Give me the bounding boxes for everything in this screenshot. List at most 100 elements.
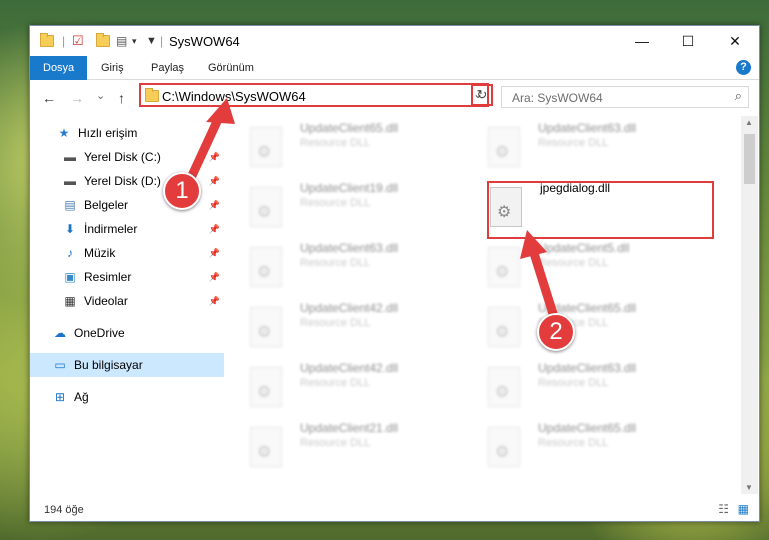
help-icon[interactable]: ? xyxy=(736,60,751,75)
scroll-up-icon[interactable]: ▲ xyxy=(745,118,753,127)
list-item[interactable]: UpdateClient19.dll Resource DLL xyxy=(250,181,480,237)
large-icons-view-icon[interactable]: ▦ xyxy=(738,502,749,516)
list-item[interactable]: UpdateClient42.dll Resource DLL xyxy=(250,361,480,417)
vertical-scrollbar[interactable]: ▲ ▼ xyxy=(741,116,758,494)
back-button[interactable]: ← xyxy=(42,90,56,106)
file-name: UpdateClient19.dll xyxy=(300,181,399,195)
dll-file-icon xyxy=(250,367,282,407)
list-item[interactable]: UpdateClient65.dllResource DLL xyxy=(250,121,480,177)
list-item[interactable]: UpdateClient5.dll Resource DLL xyxy=(488,241,718,297)
pin-icon[interactable]: 📌 xyxy=(209,152,220,163)
sidebar-item-label: Videolar xyxy=(84,294,128,308)
highlight-box xyxy=(487,181,714,239)
list-item[interactable]: UpdateClient63.dll Resource DLL xyxy=(488,361,718,417)
cloud-icon: ☁ xyxy=(54,326,66,340)
step-badge-2: 2 xyxy=(537,313,575,351)
sidebar-item-local-disk-c[interactable]: ▬ Yerel Disk (C:) 📌 xyxy=(30,145,224,169)
dll-file-icon xyxy=(250,427,282,467)
network-icon: ⊞ xyxy=(54,390,66,404)
search-icon: ⌕ xyxy=(734,88,742,103)
scrollbar-thumb[interactable] xyxy=(744,134,755,184)
customize-chevron-icon[interactable]: ▾ xyxy=(132,32,137,50)
dll-file-icon xyxy=(488,307,520,347)
sidebar-item-onedrive[interactable]: ☁ OneDrive xyxy=(30,321,224,345)
title-bar: | ☑ ▤ ▾ ▼ | SysWOW64 — ☐ ✕ xyxy=(30,26,759,56)
video-icon: ▦ xyxy=(64,294,76,308)
pin-icon[interactable]: 📌 xyxy=(209,224,220,235)
dll-file-icon xyxy=(488,427,520,467)
sidebar-item-pictures[interactable]: ▣ Resimler 📌 xyxy=(30,265,224,289)
file-name: UpdateClient63.dll xyxy=(538,361,637,375)
file-description: Resource DLL xyxy=(300,317,371,329)
tab-file[interactable]: Dosya xyxy=(30,56,88,80)
new-folder-icon[interactable] xyxy=(96,32,110,50)
pin-icon[interactable]: 📌 xyxy=(209,248,220,259)
sidebar-item-videos[interactable]: ▦ Videolar 📌 xyxy=(30,289,224,313)
forward-button[interactable]: → xyxy=(70,90,84,106)
sidebar-item-label: OneDrive xyxy=(74,326,125,340)
address-bar[interactable]: C:\Windows\SysWOW64 ⌄ xyxy=(139,83,489,107)
list-item[interactable]: UpdateClient65.dllResource DLL xyxy=(488,301,718,357)
properties-icon[interactable]: ☑ xyxy=(72,32,84,50)
list-item[interactable]: UpdateClient21.dll Resource DLL xyxy=(250,421,480,477)
separator: | xyxy=(62,34,66,48)
list-item[interactable]: UpdateClient65.dll Resource DLL xyxy=(488,421,718,477)
tab-home[interactable]: Giriş xyxy=(101,56,124,80)
up-button[interactable]: ↑ xyxy=(118,90,125,106)
file-name: UpdateClient63.dll xyxy=(300,241,399,255)
pin-icon[interactable]: 📌 xyxy=(209,176,220,187)
pictures-icon: ▣ xyxy=(64,270,76,284)
scroll-down-icon[interactable]: ▼ xyxy=(745,483,753,492)
file-name: UpdateClient65.dll xyxy=(300,121,399,135)
sidebar-item-music[interactable]: ♪ Müzik 📌 xyxy=(30,241,224,265)
tab-share[interactable]: Paylaş xyxy=(151,56,184,80)
sidebar-item-label: Resimler xyxy=(84,270,132,284)
music-icon: ♪ xyxy=(67,246,73,260)
file-description: Resource DLL xyxy=(300,437,371,449)
file-name: UpdateClient5.dll xyxy=(538,241,630,255)
sidebar-item-downloads[interactable]: ⬇ İndirmeler 📌 xyxy=(30,217,224,241)
dropdown-icon[interactable]: ▼ xyxy=(146,32,157,50)
tab-view[interactable]: Görünüm xyxy=(208,56,254,80)
file-description: Resource DLL xyxy=(538,257,609,269)
file-name: UpdateClient65.dll xyxy=(538,421,637,435)
file-description: Resource DLL xyxy=(300,197,371,209)
navigation-bar: ← → ⌄ ↑ C:\Windows\SysWOW64 ⌄ ↻ Ara: Sys… xyxy=(30,81,759,114)
explorer-window: | ☑ ▤ ▾ ▼ | SysWOW64 — ☐ ✕ Dosya Giriş P… xyxy=(29,25,760,522)
list-item[interactable]: UpdateClient63.dll Resource DLL xyxy=(488,121,718,177)
star-icon: ★ xyxy=(58,126,70,140)
dll-file-icon xyxy=(250,247,282,287)
sidebar-item-label: Yerel Disk (C:) xyxy=(84,150,161,164)
refresh-button[interactable]: ↻ xyxy=(471,84,493,106)
sidebar-item-network[interactable]: ⊞ Ağ xyxy=(30,385,224,409)
search-input[interactable]: Ara: SysWOW64 ⌕ xyxy=(501,86,749,108)
file-description: Resource DLL xyxy=(300,377,371,389)
dll-file-icon xyxy=(488,247,520,287)
view-icon[interactable]: ▤ xyxy=(116,32,127,50)
close-button[interactable]: ✕ xyxy=(712,26,758,56)
minimize-button[interactable]: — xyxy=(619,26,665,56)
sidebar-item-label: Müzik xyxy=(84,246,116,260)
sidebar-item-label: Hızlı erişim xyxy=(78,126,138,140)
file-description: Resource DLL xyxy=(538,137,609,149)
file-description: Resource DLL xyxy=(538,437,609,449)
pin-icon[interactable]: 📌 xyxy=(209,296,220,307)
list-item[interactable]: UpdateClient63.dll Resource DLL xyxy=(250,241,480,297)
sidebar-item-this-pc[interactable]: ▭ Bu bilgisayar xyxy=(30,353,224,377)
sidebar-item-label: Bu bilgisayar xyxy=(74,358,143,372)
maximize-button[interactable]: ☐ xyxy=(665,26,711,56)
step-badge-1: 1 xyxy=(163,172,201,210)
pin-icon[interactable]: 📌 xyxy=(209,200,220,211)
sidebar-item-label: Belgeler xyxy=(84,198,129,212)
download-icon: ⬇ xyxy=(64,222,76,236)
file-name: UpdateClient21.dll xyxy=(300,421,399,435)
address-text: C:\Windows\SysWOW64 xyxy=(162,89,306,104)
list-item[interactable]: UpdateClient42.dll Resource DLL xyxy=(250,301,480,357)
pin-icon[interactable]: 📌 xyxy=(209,272,220,283)
folder-icon xyxy=(145,88,159,102)
recent-locations-chevron-icon[interactable]: ⌄ xyxy=(96,89,105,102)
file-name: UpdateClient42.dll xyxy=(300,301,399,315)
details-view-icon[interactable]: ☷ xyxy=(718,502,729,516)
item-count: 194 öğe xyxy=(44,504,84,516)
sidebar-item-quick-access[interactable]: ★ Hızlı erişim xyxy=(30,121,224,145)
